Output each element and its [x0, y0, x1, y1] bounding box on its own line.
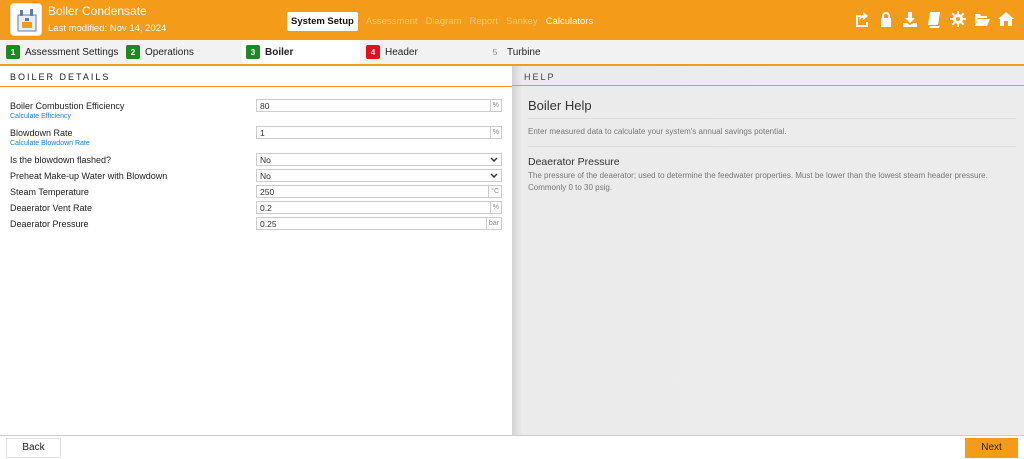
help-panel: HELP Boiler Help Enter measured data to … — [512, 66, 1024, 435]
home-icon[interactable] — [998, 10, 1014, 28]
help-heading: Boiler Help — [528, 98, 592, 113]
field-label: Is the blowdown flashed? — [10, 155, 112, 165]
tab-label: Boiler — [265, 46, 294, 58]
steam-temperature-input[interactable]: 250 °C — [256, 185, 502, 198]
tab-assessment-settings[interactable]: 1 Assessment Settings — [6, 40, 118, 64]
field-value: 0.25 — [260, 219, 277, 229]
help-divider — [512, 85, 1024, 86]
unit-label: % — [489, 100, 501, 111]
lock-icon[interactable] — [878, 10, 894, 28]
step-tabs: 1 Assessment Settings 2 Operations 3 Boi… — [0, 40, 1024, 66]
nav-calculators[interactable]: Calculators — [546, 16, 594, 27]
blowdown-rate-input[interactable]: 1 % — [256, 126, 502, 139]
footer-bar: Back Next — [0, 435, 1024, 459]
combustion-efficiency-input[interactable]: 80 % — [256, 99, 502, 112]
unit-label: % — [489, 202, 501, 213]
nav-sankey[interactable]: Sankey — [506, 16, 538, 27]
download-icon[interactable] — [902, 10, 918, 28]
field-label: Boiler Combustion Efficiency — [10, 101, 125, 111]
field-label: Deaerator Pressure — [10, 219, 89, 229]
field-value: No — [260, 171, 271, 181]
field-label: Blowdown Rate — [10, 128, 73, 138]
app-logo — [10, 3, 42, 36]
back-button[interactable]: Back — [6, 438, 61, 458]
section-divider — [0, 86, 512, 87]
boiler-details-panel: BOILER DETAILS Boiler Combustion Efficie… — [0, 66, 512, 435]
share-icon[interactable] — [854, 10, 870, 28]
field-value: 250 — [260, 187, 275, 197]
deaerator-vent-rate-input[interactable]: 0.2 % — [256, 201, 502, 214]
unit-label: bar — [485, 218, 501, 229]
tab-turbine[interactable]: 5 Turbine — [488, 40, 541, 64]
step-number: 3 — [246, 45, 260, 59]
tab-header[interactable]: 4 Header — [366, 40, 418, 64]
help-topic-title: Deaerator Pressure — [528, 156, 620, 168]
field-value: 80 — [260, 101, 270, 111]
step-number: 1 — [6, 45, 20, 59]
chevron-down-icon — [490, 173, 498, 178]
last-modified: Last modified: Nov 14, 2024 — [48, 23, 167, 34]
preheat-makeup-select[interactable]: No — [256, 169, 502, 182]
help-topic-description: The pressure of the deaerator; used to d… — [528, 171, 988, 192]
field-value: 0.2 — [260, 203, 272, 213]
section-title: BOILER DETAILS — [10, 72, 111, 82]
app-header: Boiler Condensate Last modified: Nov 14,… — [0, 0, 1024, 40]
book-icon[interactable] — [926, 10, 942, 28]
help-rule — [528, 118, 1016, 119]
tab-operations[interactable]: 2 Operations — [126, 40, 194, 64]
blowdown-flashed-select[interactable]: No — [256, 153, 502, 166]
tab-label: Header — [385, 46, 418, 58]
field-label: Deaerator Vent Rate — [10, 203, 93, 213]
deaerator-pressure-input[interactable]: 0.25 bar — [256, 217, 502, 230]
nav-diagram[interactable]: Diagram — [426, 16, 462, 27]
chevron-down-icon — [490, 157, 498, 162]
toolbar — [854, 10, 1014, 28]
tab-label: Turbine — [507, 46, 541, 58]
field-label: Steam Temperature — [10, 187, 89, 197]
unit-label: % — [489, 127, 501, 138]
app-title: Boiler Condensate — [48, 4, 147, 18]
tab-boiler[interactable]: 3 Boiler — [242, 40, 360, 64]
field-value: No — [260, 155, 271, 165]
folder-open-icon[interactable] — [974, 10, 990, 28]
step-number: 5 — [492, 47, 498, 57]
nav-system-setup[interactable]: System Setup — [287, 11, 358, 31]
calculate-blowdown-link[interactable]: Calculate Blowdown Rate — [10, 140, 90, 147]
main-nav: System Setup Assessment Diagram Report S… — [287, 11, 601, 31]
tab-label: Operations — [145, 46, 194, 58]
unit-label: °C — [488, 186, 501, 197]
nav-report[interactable]: Report — [469, 16, 498, 27]
field-value: 1 — [260, 128, 265, 138]
step-number: 4 — [366, 45, 380, 59]
nav-assessment[interactable]: Assessment — [366, 16, 418, 27]
next-button[interactable]: Next — [965, 438, 1018, 458]
tab-label: Assessment Settings — [25, 46, 119, 58]
help-section-title: HELP — [524, 72, 556, 82]
help-intro-text: Enter measured data to calculate your sy… — [528, 127, 787, 136]
help-rule — [528, 146, 1016, 147]
calculate-efficiency-link[interactable]: Calculate Efficiency — [10, 113, 71, 120]
field-label: Preheat Make-up Water with Blowdown — [10, 171, 168, 181]
gear-icon[interactable] — [950, 10, 966, 28]
step-number: 2 — [126, 45, 140, 59]
